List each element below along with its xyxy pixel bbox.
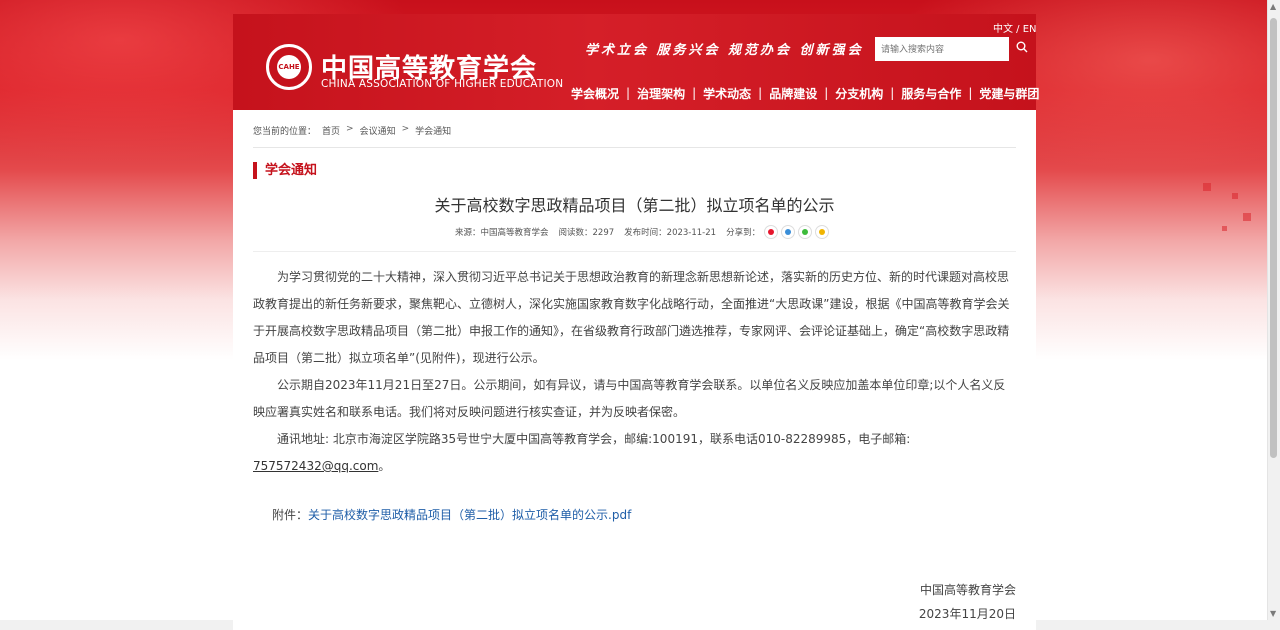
logo-text: CAHE xyxy=(277,55,301,79)
favorite-icon[interactable] xyxy=(815,225,830,239)
weibo-icon[interactable] xyxy=(764,225,779,239)
nav-separator: | xyxy=(968,86,973,100)
breadcrumb-home[interactable]: 首页 xyxy=(322,124,340,137)
logo-icon[interactable]: CAHE xyxy=(266,44,312,90)
attachment-label: 附件： xyxy=(272,508,309,522)
vertical-scrollbar[interactable]: ▲ ▼ xyxy=(1267,0,1280,620)
article-source: 来源：中国高等教育学会 xyxy=(455,228,549,238)
divider xyxy=(253,147,1016,148)
nav-item-branches[interactable]: 分支机构 xyxy=(835,85,883,102)
decor-square xyxy=(1243,213,1251,221)
breadcrumb-meetings[interactable]: 会议通知 xyxy=(360,124,396,137)
breadcrumb-separator: > xyxy=(401,124,410,134)
decor-square xyxy=(1222,226,1227,231)
nav-item-academic[interactable]: 学术动态 xyxy=(703,85,751,102)
breadcrumb-separator: > xyxy=(346,124,354,134)
attachment: 附件：关于高校数字思政精品项目（第二批）拟立项名单的公示.pdf xyxy=(272,506,631,523)
section-title: 学会通知 xyxy=(253,162,317,179)
breadcrumb-notices[interactable]: 学会通知 xyxy=(415,124,451,137)
nav-item-party[interactable]: 党建与群团 xyxy=(979,85,1039,102)
article-title: 关于高校数字思政精品项目（第二批）拟立项名单的公示 xyxy=(434,196,835,215)
divider xyxy=(253,251,1016,252)
article-meta: 来源：中国高等教育学会 阅读数：2297 发布时间：2023-11-21 分享到… xyxy=(455,225,830,239)
nav-item-overview[interactable]: 学会概况 xyxy=(571,85,619,102)
contact-paragraph: 通讯地址: 北京市海淀区学院路35号世宁大厦中国高等教育学会，邮编:100191… xyxy=(253,426,1016,480)
scrollbar-thumb[interactable] xyxy=(1270,18,1277,458)
scroll-down-icon[interactable]: ▼ xyxy=(1270,609,1276,618)
contact-end: 。 xyxy=(378,459,391,473)
decor-square xyxy=(1203,183,1211,191)
content-panel: 您当前的位置： 首页 > 会议通知 > 学会通知 学会通知 关于高校数字思政精品… xyxy=(233,110,1036,630)
qzone-icon[interactable] xyxy=(781,225,796,239)
article-date: 发布时间：2023-11-21 xyxy=(624,228,717,238)
wechat-icon[interactable] xyxy=(798,225,813,239)
site-header: CAHE 中国高等教育学会 CHINA ASSOCIATION OF HIGHE… xyxy=(233,14,1039,110)
nav-item-brand[interactable]: 品牌建设 xyxy=(769,85,817,102)
breadcrumb-label: 您当前的位置： xyxy=(253,127,317,137)
search-icon[interactable] xyxy=(1016,41,1028,53)
breadcrumb: 您当前的位置： 首页 > 会议通知 > 学会通知 xyxy=(253,124,451,137)
nav-item-services[interactable]: 服务与合作 xyxy=(901,85,961,102)
main-nav: 学会概况 | 治理架构 | 学术动态 | 品牌建设 | 分支机构 | 服务与合作… xyxy=(571,84,1039,102)
share-label: 分享到： xyxy=(726,228,761,238)
nav-item-governance[interactable]: 治理架构 xyxy=(637,85,685,102)
slogan: 学术立会 服务兴会 规范办会 创新强会 xyxy=(585,43,864,58)
nav-separator: | xyxy=(890,86,895,100)
org-name-en: CHINA ASSOCIATION OF HIGHER EDUCATION xyxy=(321,78,564,90)
share-icons xyxy=(764,225,830,239)
email-link[interactable]: 757572432@qq.com xyxy=(253,459,378,473)
nav-separator: | xyxy=(692,86,697,100)
attachment-link[interactable]: 关于高校数字思政精品项目（第二批）拟立项名单的公示.pdf xyxy=(308,508,631,522)
language-switch[interactable]: 中文 / EN xyxy=(993,20,1037,35)
paragraph: 为学习贯彻党的二十大精神，深入贯彻习近平总书记关于思想政治教育的新理念新思想新论… xyxy=(253,270,1010,365)
nav-separator: | xyxy=(626,86,631,100)
signoff: 中国高等教育学会 2023年11月20日 xyxy=(919,578,1016,626)
signoff-date: 2023年11月20日 xyxy=(918,607,1016,621)
article-views: 阅读数：2297 xyxy=(558,228,615,238)
signoff-org: 中国高等教育学会 xyxy=(919,583,1016,597)
scroll-up-icon[interactable]: ▲ xyxy=(1270,2,1276,11)
article-body: 为学习贯彻党的二十大精神，深入贯彻习近平总书记关于思想政治教育的新理念新思想新论… xyxy=(253,264,1016,480)
search-input[interactable] xyxy=(875,37,1009,61)
contact-text: 通讯地址: 北京市海淀区学院路35号世宁大厦中国高等教育学会，邮编:100191… xyxy=(277,432,911,446)
nav-separator: | xyxy=(758,86,763,100)
nav-separator: | xyxy=(824,86,829,100)
share-group: 分享到： xyxy=(726,225,830,239)
paragraph: 公示期自2023年11月21日至27日。公示期间，如有异议，请与中国高等教育学会… xyxy=(253,378,1006,419)
decor-square xyxy=(1232,193,1238,199)
